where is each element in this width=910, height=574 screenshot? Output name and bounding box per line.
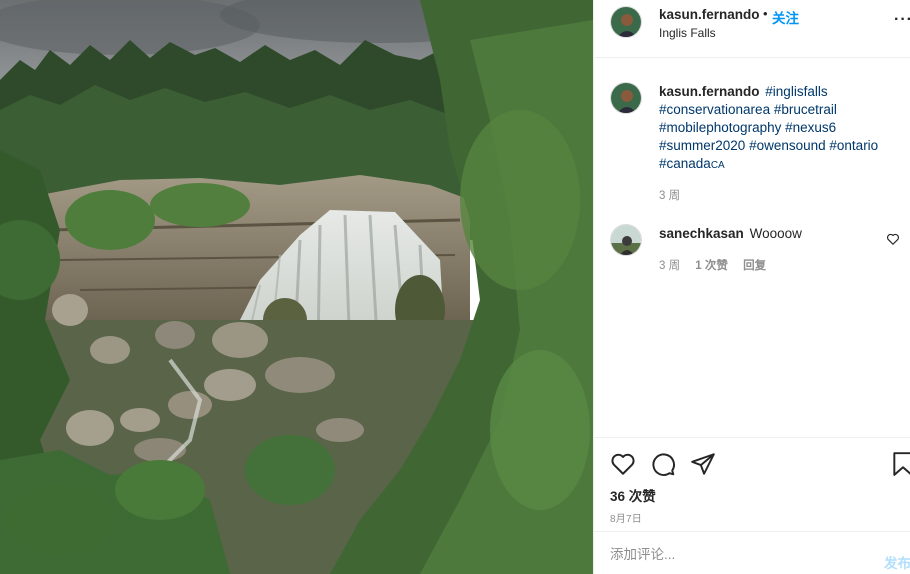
share-send-icon[interactable] — [690, 451, 716, 477]
add-comment-bar: 发布 — [594, 531, 910, 574]
hashtag-link[interactable]: #nexus6 — [785, 120, 836, 135]
follow-button[interactable]: 关注 — [772, 7, 799, 27]
hashtag-link[interactable]: #canada — [659, 156, 711, 171]
comments-area: kasun.fernando #inglisfalls #conservatio… — [594, 58, 910, 438]
hashtag-link[interactable]: #ontario — [829, 138, 878, 153]
comment-text: sanechkasan Woooow — [659, 226, 802, 241]
flag-text: CA — [710, 160, 725, 171]
comment-body: Woooow — [749, 226, 802, 241]
waterfall-photo — [0, 0, 593, 574]
hashtag-link[interactable]: #conservationarea — [659, 102, 770, 117]
author-avatar[interactable] — [610, 6, 642, 38]
hashtag-link[interactable]: #brucetrail — [774, 102, 837, 117]
caption-avatar[interactable] — [610, 82, 642, 114]
save-bookmark-icon[interactable] — [890, 451, 910, 477]
post-header: kasun.fernando • 关注 Inglis Falls ··· — [594, 0, 910, 58]
hashtag-link[interactable]: #mobilephotography — [659, 120, 781, 135]
like-heart-icon[interactable] — [610, 451, 636, 477]
comment-like-icon[interactable] — [886, 232, 900, 246]
commenter-avatar[interactable] — [610, 224, 642, 256]
likes-count[interactable]: 36 次赞 — [610, 485, 656, 505]
caption-time[interactable]: 3 周 — [659, 187, 680, 203]
comment-time[interactable]: 3 周 — [659, 260, 680, 272]
hashtag-link[interactable]: #inglisfalls — [765, 84, 827, 99]
comment-meta: 3 周 1 次赞 回复 — [659, 257, 778, 273]
reply-button[interactable]: 回复 — [743, 260, 766, 272]
comment-likes[interactable]: 1 次赞 — [695, 260, 728, 272]
comment-bubble-icon[interactable] — [650, 451, 676, 477]
post-actions: 36 次赞 8月7日 — [594, 437, 910, 532]
author-username[interactable]: kasun.fernando — [659, 7, 760, 22]
caption-text: kasun.fernando #inglisfalls #conservatio… — [659, 83, 899, 175]
comment-input[interactable] — [610, 544, 860, 564]
hashtag-link[interactable]: #owensound — [749, 138, 826, 153]
post-date[interactable]: 8月7日 — [610, 510, 642, 525]
separator-dot: • — [763, 6, 768, 21]
post-comment-button[interactable]: 发布 — [884, 552, 910, 572]
post-side-panel: kasun.fernando • 关注 Inglis Falls ··· kas… — [593, 0, 910, 574]
post-photo[interactable] — [0, 0, 593, 574]
more-options-icon[interactable]: ··· — [894, 11, 910, 29]
hashtag-link[interactable]: #summer2020 — [659, 138, 745, 153]
commenter-username[interactable]: sanechkasan — [659, 226, 744, 241]
location-link[interactable]: Inglis Falls — [659, 26, 716, 40]
caption-username[interactable]: kasun.fernando — [659, 84, 760, 99]
